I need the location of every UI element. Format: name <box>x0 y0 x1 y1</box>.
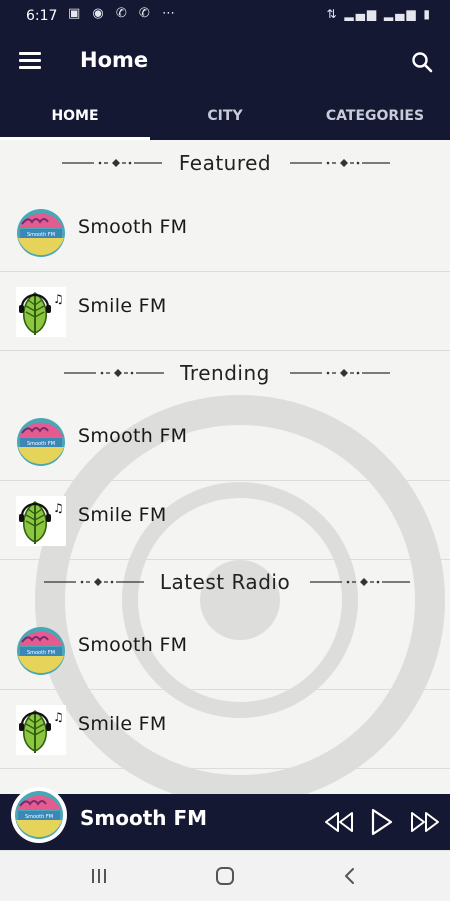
tab-categories[interactable]: CATEGORIES <box>300 92 450 140</box>
ornament-right <box>310 577 410 587</box>
system-nav-bar <box>0 850 450 901</box>
ornament-right <box>290 368 390 378</box>
play-icon[interactable] <box>370 808 394 836</box>
tab-bar: HOME CITY CATEGORIES <box>0 92 450 140</box>
recent-apps-icon[interactable] <box>87 865 111 887</box>
page-title: Home <box>80 48 149 72</box>
station-name: Smile FM <box>78 713 167 735</box>
station-row[interactable]: Smile FM <box>0 271 450 351</box>
smooth-fm-logo <box>16 417 66 467</box>
section-header-latest-radio: Latest Radio <box>0 559 450 605</box>
station-name: Smile FM <box>78 295 167 317</box>
section-header-trending: Trending <box>0 350 450 396</box>
station-list[interactable]: Featured Smooth FM Smile FM Trending Smo… <box>0 140 450 794</box>
mini-player[interactable]: Smooth FM <box>0 787 450 850</box>
now-playing-title: Smooth FM <box>80 806 208 830</box>
smile-fm-logo <box>16 705 66 755</box>
station-row[interactable]: Smooth FM <box>0 401 450 481</box>
smooth-fm-logo <box>16 626 66 676</box>
hamburger-menu-icon[interactable] <box>19 52 43 72</box>
smooth-fm-logo <box>16 208 66 258</box>
tab-home[interactable]: HOME <box>0 92 150 140</box>
back-icon[interactable] <box>338 865 362 887</box>
station-name: Smooth FM <box>78 634 188 656</box>
smile-fm-logo <box>16 287 66 337</box>
fast-forward-icon[interactable] <box>410 811 440 833</box>
station-name: Smooth FM <box>78 425 188 447</box>
station-row[interactable]: Smooth FM <box>0 192 450 272</box>
ornament-right <box>290 158 390 168</box>
status-bar: 6:17 ▣ ◉ ✆ ✆ ⋯ ⇅ ▂▄▆ ▂▄▆ ▮ <box>0 0 450 34</box>
search-icon[interactable] <box>410 50 434 74</box>
station-row[interactable]: Smooth FM <box>0 610 450 690</box>
app-bar: Home <box>0 34 450 92</box>
station-row[interactable]: Smile FM <box>0 689 450 769</box>
station-name: Smooth FM <box>78 216 188 238</box>
system-icons: ⇅ ▂▄▆ ▂▄▆ ▮ <box>326 7 432 21</box>
notification-icons: ▣ ◉ ✆ ✆ ⋯ <box>68 6 179 21</box>
now-playing-logo <box>11 787 67 843</box>
status-time: 6:17 <box>26 8 58 24</box>
home-icon[interactable] <box>213 865 237 887</box>
section-header-featured: Featured <box>0 140 450 186</box>
station-row[interactable]: Smile FM <box>0 480 450 560</box>
smile-fm-logo <box>16 496 66 546</box>
station-name: Smile FM <box>78 504 167 526</box>
tab-city[interactable]: CITY <box>150 92 300 140</box>
rewind-icon[interactable] <box>324 811 354 833</box>
